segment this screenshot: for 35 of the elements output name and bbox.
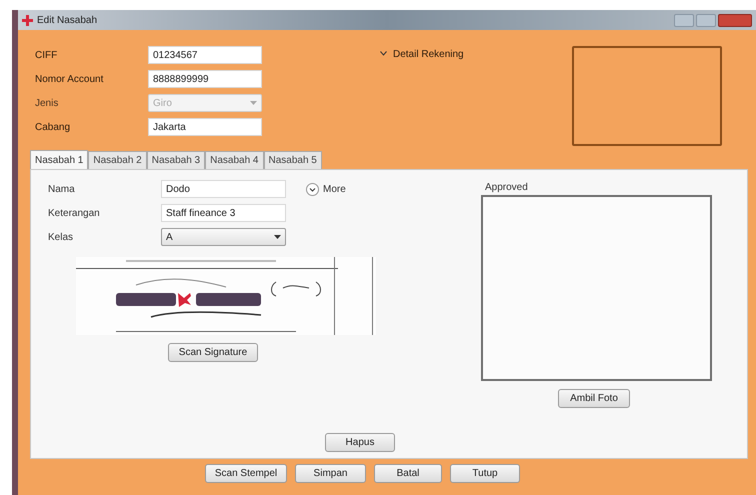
button[interactable]: Scan Signature	[168, 343, 258, 362]
button[interactable]: Simpan	[295, 464, 366, 483]
input-field[interactable]: Staff fineance 3	[161, 204, 286, 222]
chevron-down-icon[interactable]	[380, 51, 387, 56]
more-toggle[interactable]: More	[323, 182, 346, 196]
tab[interactable]: Nasabah 1	[30, 150, 88, 169]
button[interactable]: Scan Stempel	[205, 464, 287, 483]
tab[interactable]: Nasabah 4	[205, 151, 264, 169]
field-label: Jenis	[35, 96, 60, 110]
field-label: Nama	[48, 182, 76, 196]
button[interactable]: Tutup	[450, 464, 520, 483]
tab[interactable]: Nasabah 5	[264, 151, 322, 169]
button[interactable]: Hapus	[325, 433, 395, 452]
input-field[interactable]: 01234567	[148, 46, 262, 64]
button[interactable]: Ambil Foto	[558, 389, 630, 408]
dropdown[interactable]: A	[161, 228, 286, 246]
caret-icon	[250, 101, 257, 105]
expand-icon[interactable]	[306, 182, 319, 196]
close-icon[interactable]	[718, 14, 752, 26]
field-label: Nomor Account	[35, 72, 104, 86]
app-logo-icon	[22, 14, 33, 26]
field-label: CIFF	[35, 48, 58, 62]
tab[interactable]: Nasabah 2	[88, 151, 147, 169]
approved-label: Approved	[485, 181, 529, 195]
field-label: Cabang	[35, 120, 72, 134]
field-label: Keterangan	[48, 206, 101, 220]
input-field[interactable]: Dodo	[161, 180, 286, 198]
button[interactable]: Batal	[374, 464, 442, 483]
tab[interactable]: Nasabah 3	[146, 151, 206, 169]
input-field[interactable]: Jakarta	[148, 118, 262, 136]
window-title: Edit Nasabah	[37, 14, 98, 28]
caret-icon	[274, 235, 281, 239]
input-field[interactable]: 8888899999	[148, 70, 262, 88]
detail-rekening-toggle[interactable]: Detail Rekening	[393, 47, 464, 62]
field-label: Kelas	[48, 230, 74, 244]
